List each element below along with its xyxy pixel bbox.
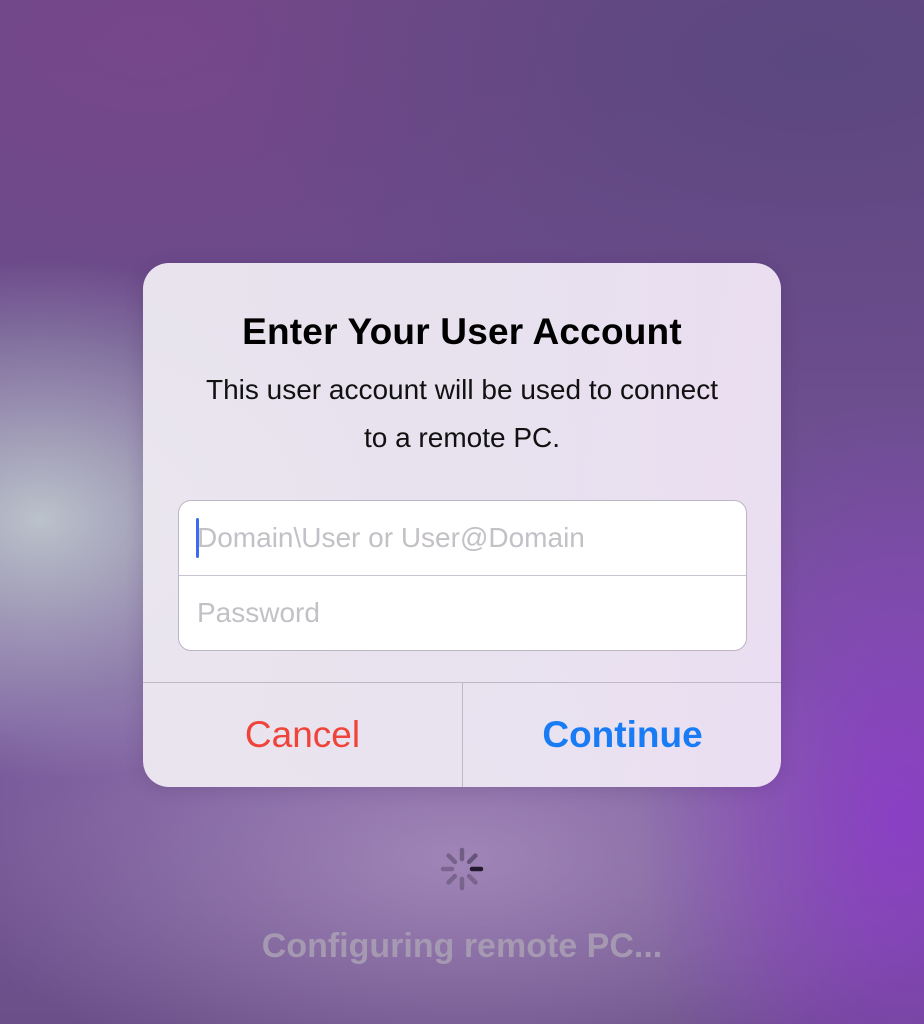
status-text: Configuring remote PC...	[261, 927, 663, 965]
activity-spinner-icon	[440, 847, 484, 891]
spinner-spoke	[466, 853, 478, 865]
alert-title: Enter Your User Account	[242, 311, 682, 352]
user-account-alert: Enter Your User Account This user accoun…	[143, 263, 781, 787]
continue-button[interactable]: Continue	[463, 683, 781, 787]
password-input[interactable]	[179, 576, 746, 650]
alert-message: This user account will be used to connec…	[205, 374, 719, 453]
cancel-button[interactable]: Cancel	[143, 683, 462, 787]
credentials-field-group	[178, 500, 747, 651]
username-input[interactable]	[179, 501, 746, 575]
text-cursor	[196, 518, 199, 558]
spinner-spoke	[446, 873, 458, 885]
spinner-spoke	[466, 873, 478, 885]
spinner-spoke	[446, 853, 458, 865]
